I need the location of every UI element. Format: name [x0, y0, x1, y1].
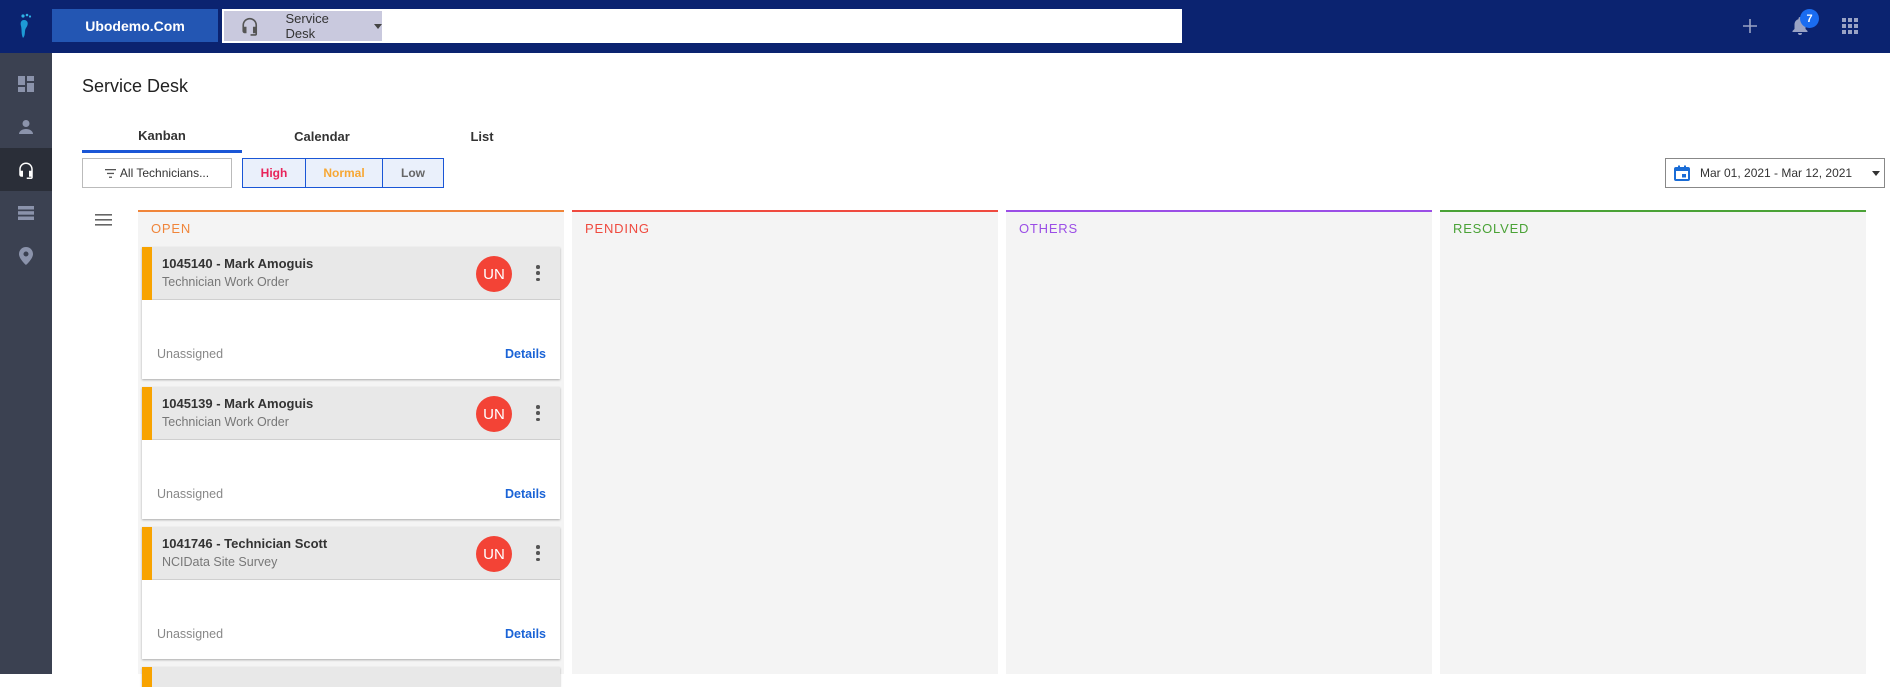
more-options-icon[interactable] — [534, 543, 542, 563]
avatar: UN — [476, 536, 512, 572]
column-title: OTHERS — [1019, 221, 1078, 236]
date-range-picker[interactable]: Mar 01, 2021 - Mar 12, 2021 — [1665, 158, 1885, 188]
module-label: Service Desk — [285, 11, 329, 41]
top-bar: Ubodemo.Com Service Desk 7 — [0, 0, 1890, 53]
column-title: PENDING — [585, 221, 650, 236]
technician-filter[interactable]: All Technicians... — [82, 158, 232, 188]
card-header — [142, 667, 560, 687]
priority-indicator — [142, 247, 152, 300]
search-input[interactable] — [386, 11, 1176, 41]
page-title: Service Desk — [82, 76, 189, 96]
nav-item-list[interactable] — [0, 191, 52, 234]
priority-toggle-group: High Normal Low — [242, 158, 444, 188]
list-icon — [18, 205, 34, 220]
nav-item-dashboard[interactable] — [0, 62, 52, 105]
details-link[interactable]: Details — [505, 627, 546, 641]
column-title: OPEN — [151, 221, 192, 236]
ticket-type: NCIData Site Survey — [162, 555, 278, 569]
company-button[interactable]: Ubodemo.Com — [52, 9, 218, 42]
apps-grid-icon[interactable] — [1838, 14, 1862, 38]
filter-icon — [104, 168, 116, 178]
column-others: OTHERS — [1006, 210, 1432, 674]
ticket-type: Technician Work Order — [162, 275, 289, 289]
ticket-title: 1045139 - Mark Amoguis — [162, 396, 314, 411]
details-link[interactable]: Details — [505, 347, 546, 361]
calendar-icon — [1674, 165, 1690, 181]
ticket-card[interactable]: 1045140 - Mark Amoguis Technician Work O… — [142, 247, 560, 379]
tab-list[interactable]: List — [402, 120, 562, 153]
details-link[interactable]: Details — [505, 487, 546, 501]
ticket-title: 1041746 - Technician Scott — [162, 536, 328, 551]
tab-calendar[interactable]: Calendar — [242, 120, 402, 153]
column-open: OPEN 1045140 - Mark Amoguis Technician W… — [138, 210, 564, 687]
ticket-type: Technician Work Order — [162, 415, 289, 429]
technician-filter-label: All Technicians... — [119, 166, 210, 180]
priority-indicator — [142, 527, 152, 580]
card-header: 1045139 - Mark Amoguis Technician Work O… — [142, 387, 560, 440]
priority-low-button[interactable]: Low — [383, 159, 443, 187]
date-range-value: Mar 01, 2021 - Mar 12, 2021 — [1700, 166, 1853, 180]
person-icon — [19, 119, 33, 134]
more-options-icon[interactable] — [534, 263, 542, 283]
assignee-label: Unassigned — [157, 347, 224, 361]
left-nav — [0, 53, 52, 674]
column-title: RESOLVED — [1453, 221, 1530, 236]
notification-count-badge: 7 — [1800, 9, 1819, 28]
nav-item-service-desk[interactable] — [0, 148, 52, 191]
module-select[interactable]: Service Desk — [224, 11, 382, 41]
menu-toggle-icon[interactable] — [95, 213, 112, 231]
priority-indicator — [142, 387, 152, 440]
nav-item-users[interactable] — [0, 105, 52, 148]
nav-item-map[interactable] — [0, 234, 52, 277]
tab-kanban[interactable]: Kanban — [82, 120, 242, 153]
priority-normal-button[interactable]: Normal — [306, 159, 383, 187]
avatar: UN — [476, 396, 512, 432]
priority-high-button[interactable]: High — [243, 159, 306, 187]
ticket-card[interactable] — [142, 667, 560, 687]
app-logo-icon[interactable] — [14, 12, 36, 40]
more-options-icon[interactable] — [534, 403, 542, 423]
avatar: UN — [476, 256, 512, 292]
headset-icon — [19, 162, 33, 179]
assignee-label: Unassigned — [157, 487, 224, 501]
add-icon[interactable] — [1738, 14, 1762, 38]
ticket-card[interactable]: 1045139 - Mark Amoguis Technician Work O… — [142, 387, 560, 519]
card-header: 1041746 - Technician Scott NCIData Site … — [142, 527, 560, 580]
column-pending: PENDING — [572, 210, 998, 674]
chevron-down-icon — [374, 23, 382, 29]
headset-icon — [242, 17, 258, 36]
location-pin-icon — [19, 246, 33, 265]
assignee-label: Unassigned — [157, 627, 224, 641]
dashboard-icon — [18, 75, 34, 92]
ticket-card[interactable]: 1041746 - Technician Scott NCIData Site … — [142, 527, 560, 659]
global-search: Service Desk — [222, 9, 1182, 43]
card-header: 1045140 - Mark Amoguis Technician Work O… — [142, 247, 560, 300]
priority-indicator — [142, 667, 152, 687]
chevron-down-icon — [1872, 170, 1881, 176]
ticket-title: 1045140 - Mark Amoguis — [162, 256, 314, 271]
column-resolved: RESOLVED — [1440, 210, 1866, 674]
